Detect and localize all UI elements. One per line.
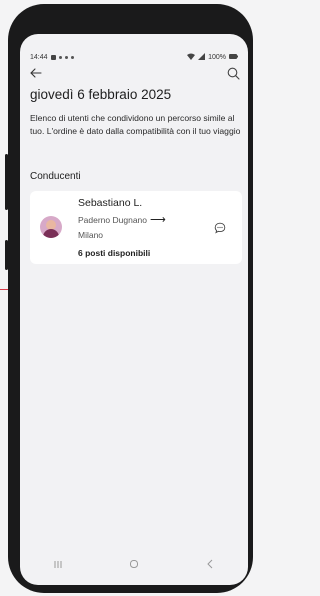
route-from: Paderno Dugnano bbox=[78, 215, 148, 225]
status-time: 14:44 bbox=[30, 53, 48, 61]
driver-card[interactable]: Sebastiano L. Paderno Dugnano ⟶ Milano 6 … bbox=[30, 191, 242, 264]
user-avatar bbox=[40, 216, 62, 238]
volume-button bbox=[5, 154, 8, 210]
signal-icon bbox=[198, 52, 206, 62]
avatar-body bbox=[43, 229, 59, 238]
recent-apps-icon[interactable] bbox=[43, 555, 73, 573]
page-description: Elenco di utenti che condividono un perc… bbox=[30, 113, 241, 136]
notification-dot-icon bbox=[58, 55, 62, 59]
arrow-right-icon: ⟶ bbox=[150, 214, 166, 226]
back-chevron-icon[interactable] bbox=[195, 555, 225, 573]
section-title-drivers: Conducenti bbox=[30, 171, 81, 182]
arrow-left-icon[interactable] bbox=[30, 66, 42, 80]
top-app-bar bbox=[30, 64, 242, 82]
power-button bbox=[5, 240, 8, 270]
more-dot-icon bbox=[70, 55, 74, 59]
search-icon[interactable] bbox=[224, 64, 242, 82]
battery-icon bbox=[229, 53, 238, 61]
wifi-icon bbox=[187, 53, 196, 62]
chat-bubble-icon[interactable] bbox=[214, 221, 226, 234]
driver-name: Sebastiano L. bbox=[78, 197, 143, 209]
route-to: Milano bbox=[78, 230, 104, 240]
available-seats: 6 posti disponibili bbox=[78, 248, 151, 258]
driver-route: Paderno Dugnano ⟶ Milano bbox=[78, 213, 166, 243]
notification-dot-icon bbox=[64, 55, 68, 59]
status-bar: 14:44 100% bbox=[30, 52, 238, 62]
home-icon[interactable] bbox=[119, 555, 149, 573]
battery-text: 100% bbox=[208, 53, 226, 61]
notification-icon bbox=[50, 54, 56, 60]
phone-screen: 14:44 100% giovedì 6 febbraio 2025 Elenc… bbox=[20, 34, 248, 585]
system-nav-bar bbox=[20, 553, 248, 575]
page-title: giovedì 6 febbraio 2025 bbox=[30, 87, 172, 102]
